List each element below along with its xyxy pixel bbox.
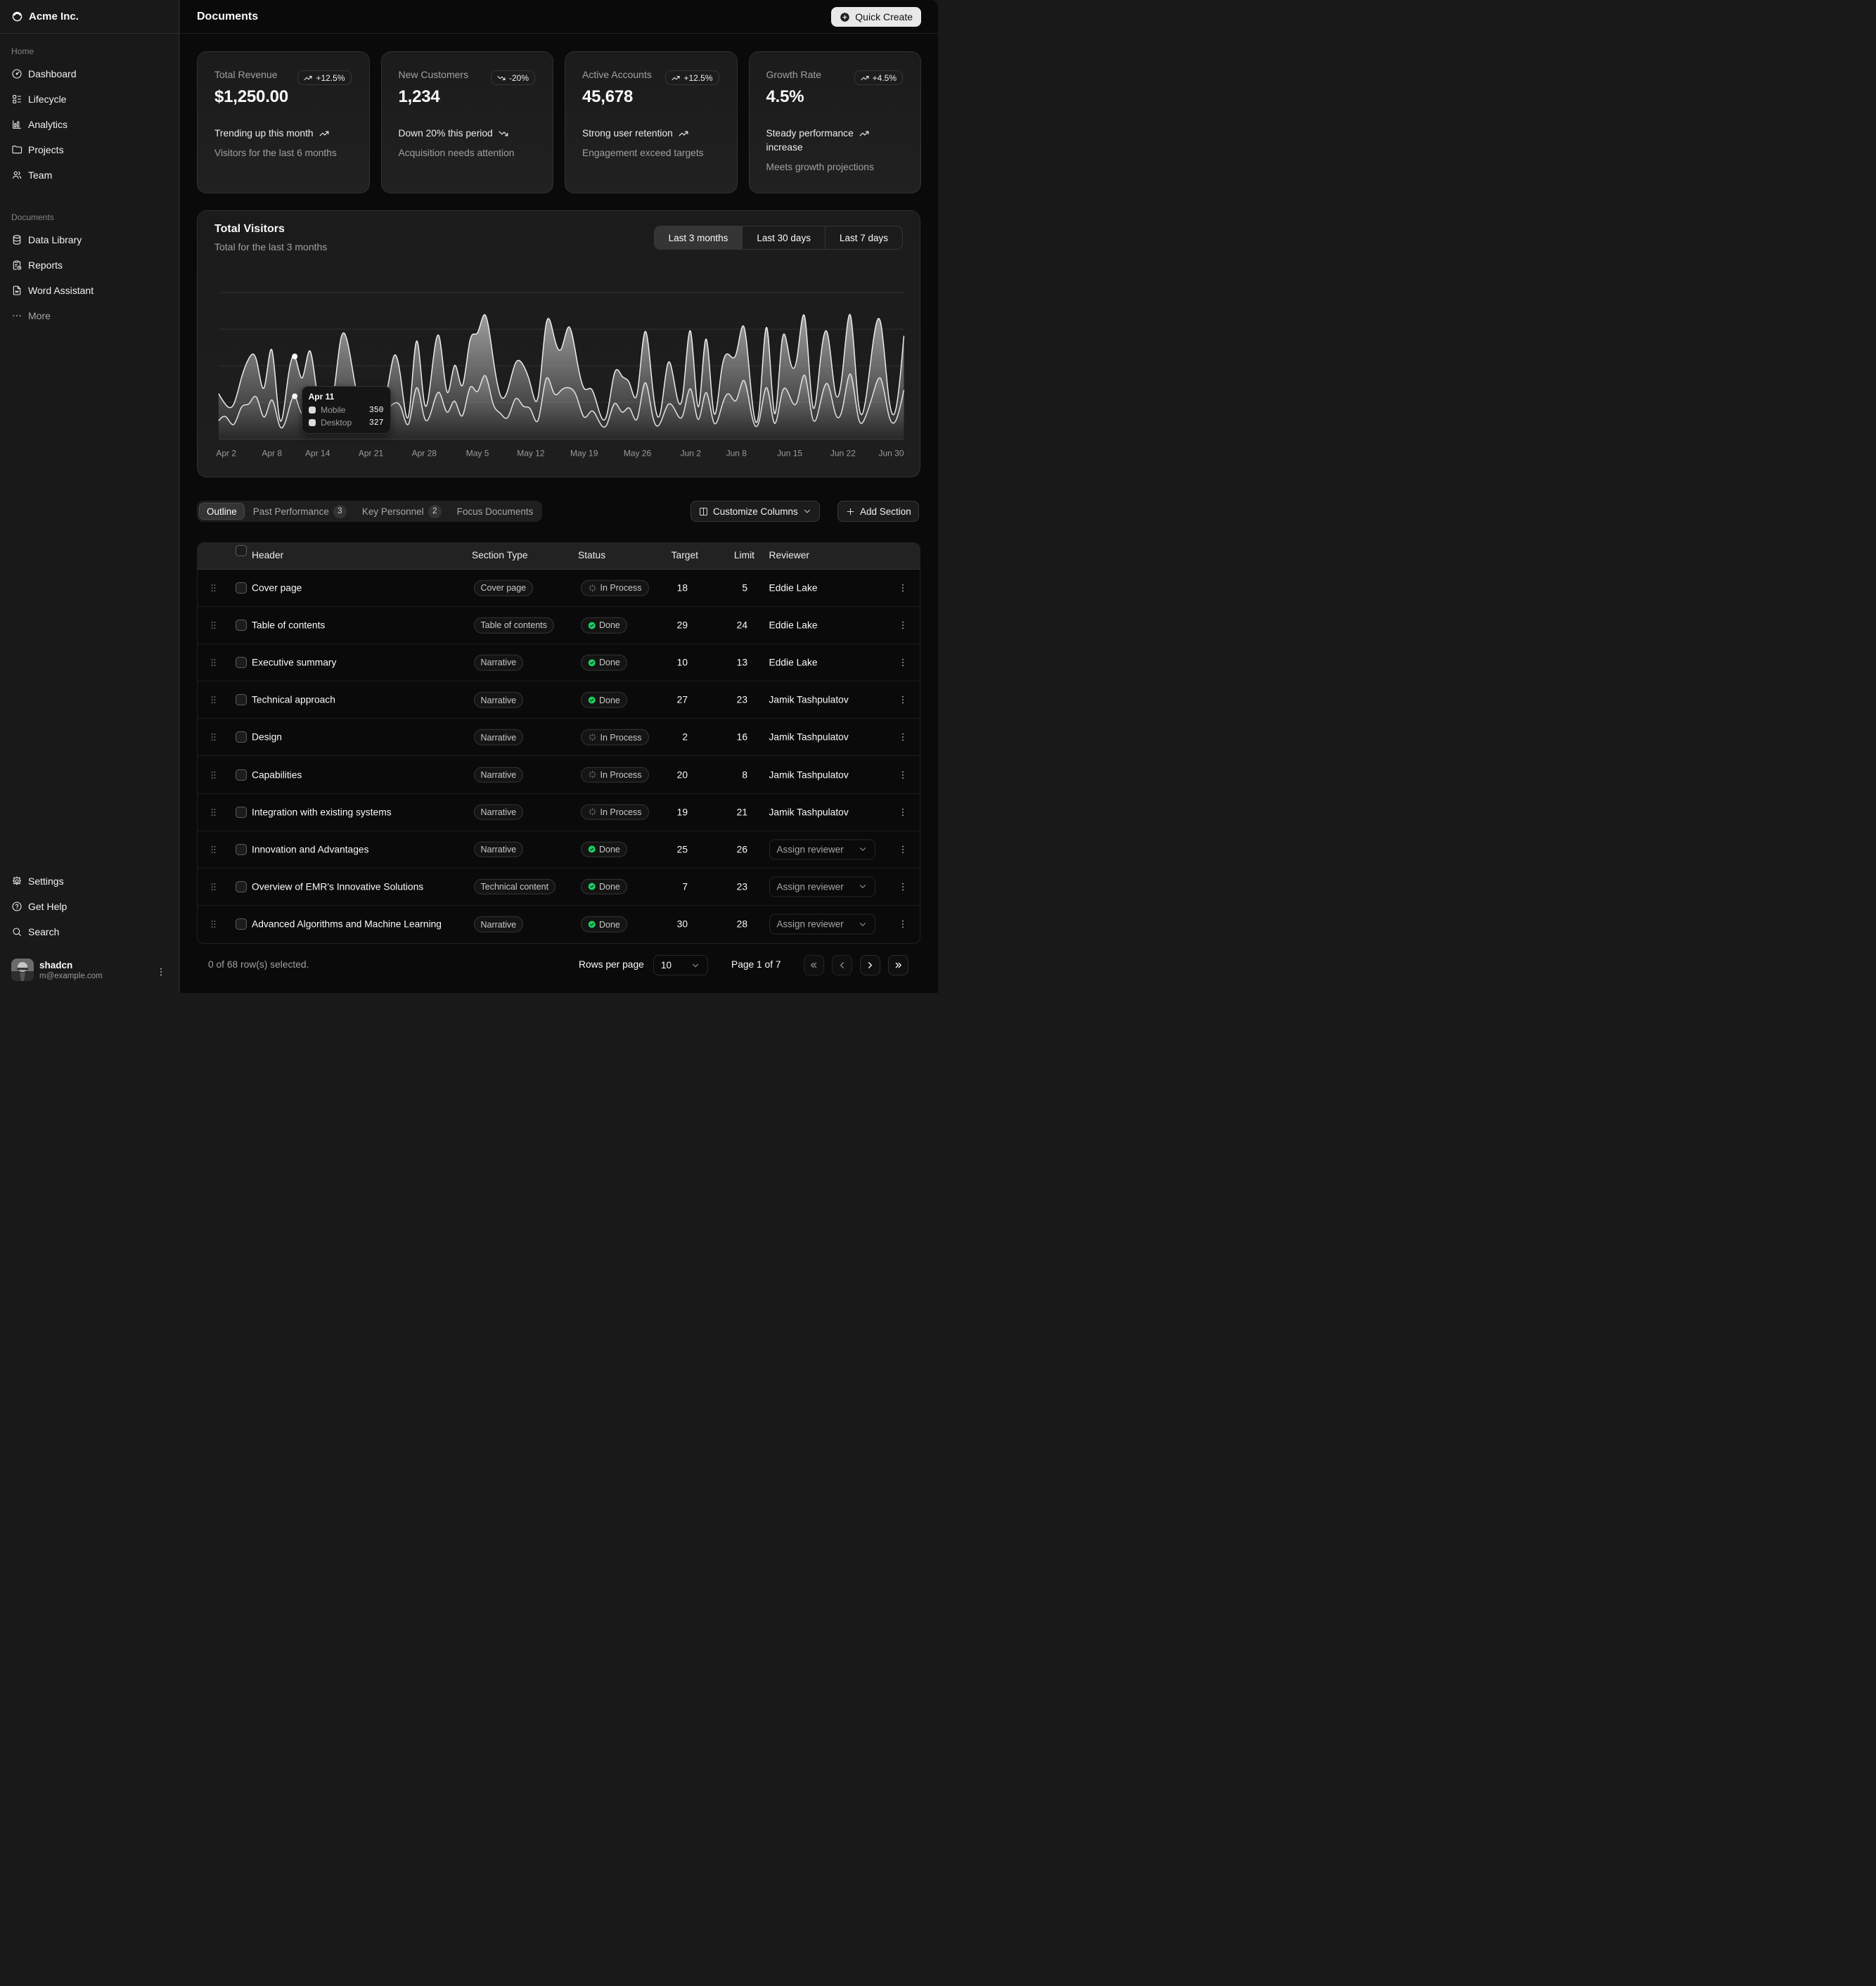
svg-text:Jun 22: Jun 22 [830,449,856,459]
svg-text:Apr 8: Apr 8 [262,449,282,459]
svg-text:Jun 30: Jun 30 [878,449,904,459]
svg-text:May 19: May 19 [570,449,598,459]
svg-text:May 26: May 26 [624,449,652,459]
svg-text:Jun 8: Jun 8 [726,449,747,459]
svg-text:Apr 2: Apr 2 [216,449,236,459]
svg-text:Apr 28: Apr 28 [412,449,437,459]
svg-text:Jun 15: Jun 15 [777,449,802,459]
svg-text:Jun 2: Jun 2 [681,449,702,459]
svg-text:May 5: May 5 [466,449,489,459]
svg-text:Apr 14: Apr 14 [305,449,330,459]
svg-text:Apr 21: Apr 21 [359,449,384,459]
svg-text:May 12: May 12 [517,449,545,459]
